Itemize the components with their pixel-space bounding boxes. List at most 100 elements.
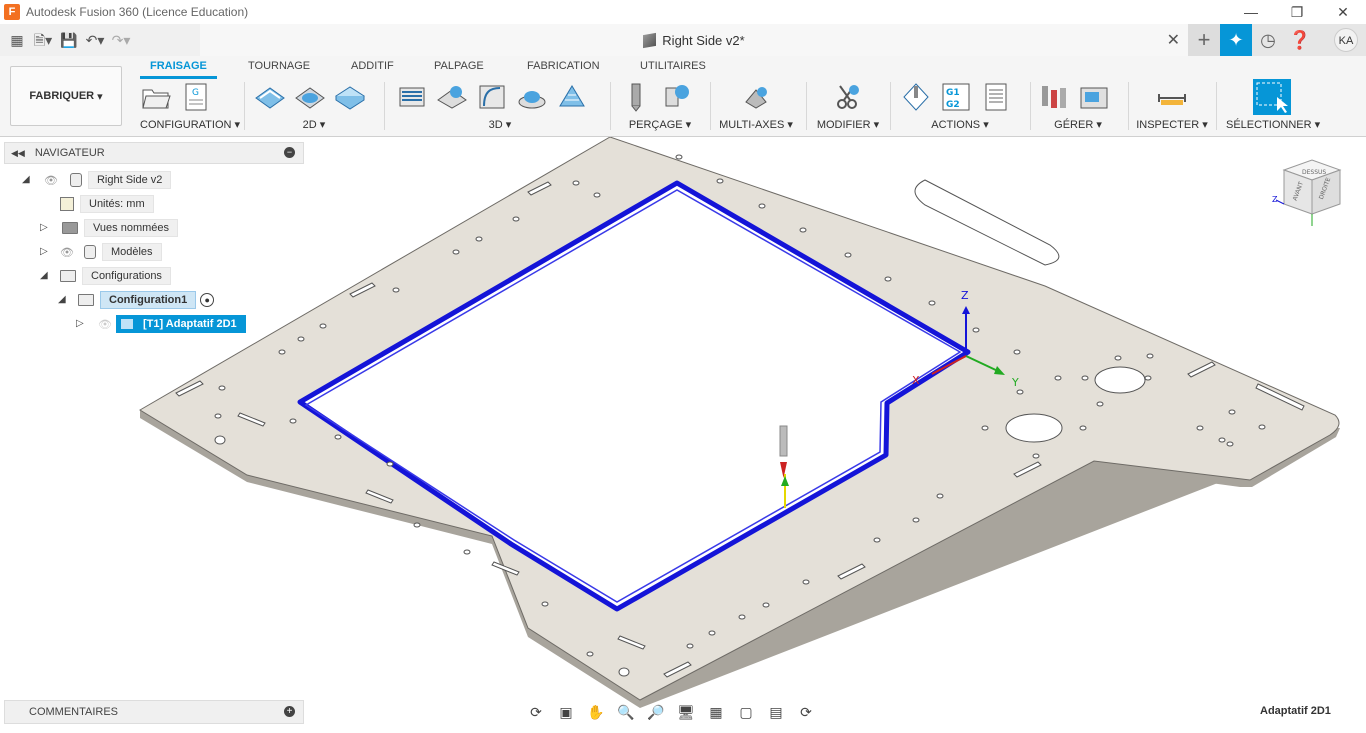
tree-units[interactable]: Unités: mm [60,194,154,214]
tab-palpage[interactable]: PALPAGE [434,59,484,79]
pan-hand-icon[interactable]: ✋ [584,704,608,721]
group-inspecter: INSPECTER ▾ [1136,80,1208,134]
comments-panel[interactable]: COMMENTAIRES + [4,700,304,724]
tab-tournage[interactable]: TOURNAGE [248,59,310,79]
group-label-multiaxes[interactable]: MULTI-AXES [719,119,784,131]
machine-library-icon[interactable] [1078,82,1110,112]
tab-additif[interactable]: ADDITIF [351,59,394,79]
3d-contour-icon[interactable] [476,82,508,112]
user-avatar[interactable]: KA [1334,28,1358,52]
tree-operation[interactable]: ▷ 👁 [T1] Adaptatif 2D1 [76,314,246,334]
2d-face-icon[interactable] [334,82,366,112]
3d-radial-icon[interactable] [516,82,548,112]
look-at-icon[interactable]: ▣ [554,704,578,721]
viewports-icon[interactable]: ▤ [764,704,788,721]
2d-adaptive-icon[interactable] [254,82,286,112]
comments-title: COMMENTAIRES [29,706,119,718]
group-label-3d[interactable]: 3D [489,119,503,131]
2d-pocket-icon[interactable] [294,82,326,112]
file-menu-icon[interactable]: 🗎▾ [32,29,54,51]
multi-axis-icon[interactable] [740,82,772,112]
redo-icon[interactable]: ↷▾ [110,29,132,51]
help-icon[interactable]: ❓ [1284,24,1316,56]
window-controls: — ❐ ✕ [1228,0,1366,24]
add-comment-icon[interactable]: + [284,706,295,717]
group-3d: 3D ▾ [396,80,604,134]
view-cube-settings-icon[interactable]: ▢ [734,704,758,721]
zoom-icon[interactable]: 🔍 [614,704,638,721]
hole-recognition-icon[interactable] [660,82,692,112]
axis-label-y: Y [1011,376,1019,389]
select-cursor-icon[interactable] [1253,79,1291,115]
navigator-header[interactable]: ◀◀ NAVIGATEUR − [4,142,304,164]
group-label-2d[interactable]: 2D [303,119,317,131]
close-tab-icon[interactable]: ✕ [1167,30,1180,50]
new-tab-plus-icon[interactable]: + [1188,24,1220,56]
minimize-button[interactable]: — [1228,0,1274,24]
nc-program-icon[interactable]: G [180,82,212,112]
post-process-g1g2-icon[interactable]: G1G2 [940,82,972,112]
tool-library-icon[interactable] [1038,82,1070,112]
zoom-window-icon[interactable]: 🔎 [644,704,668,721]
save-icon[interactable]: 💾 [58,29,80,51]
tree-setups[interactable]: ◢ Configurations [40,266,171,286]
design-cube-icon [643,32,657,48]
workspace-switcher[interactable]: FABRIQUER ▾ [10,66,122,126]
close-window-button[interactable]: ✕ [1320,0,1366,24]
group-label-configuration[interactable]: CONFIGURATION [140,119,231,131]
group-label-selectionner[interactable]: SÉLECTIONNER [1226,119,1312,131]
minimize-panel-icon[interactable]: − [284,147,295,158]
extensions-icon[interactable]: ✦ [1220,24,1252,56]
document-tab-bar: ▦ 🗎▾ 💾 ↶▾ ↷▾ Right Side v2* ✕ + ✦ ◷ ❓ KA [0,24,1366,56]
tree-models[interactable]: ▷ 👁 Modèles [40,242,162,262]
3d-pocket-icon[interactable] [436,82,468,112]
grid-settings-icon[interactable]: ▦ [704,704,728,721]
job-status-clock-icon[interactable]: ◷ [1252,24,1284,56]
collapsed-triangle-icon[interactable]: ▷ [40,223,50,233]
collapsed-triangle-icon[interactable]: ▷ [40,247,50,257]
open-folder-setup-icon[interactable] [140,82,172,112]
group-label-actions[interactable]: ACTIONS [931,119,980,131]
hidden-eye-icon[interactable]: 👁 [98,318,112,331]
drill-icon[interactable] [620,82,652,112]
tree-root[interactable]: ◢ 👁 Right Side v2 [22,170,172,190]
tree-named-views[interactable]: ▷ Vues nommées [40,218,179,238]
orbit-icon[interactable]: ⟳ [524,704,548,721]
tab-fabrication[interactable]: FABRICATION [527,59,600,79]
refresh-icon[interactable]: ⟳ [794,704,818,721]
expanded-triangle-icon[interactable]: ◢ [58,295,68,305]
group-label-gerer[interactable]: GÉRER [1054,119,1093,131]
tree-named-views-label: Vues nommées [84,219,179,237]
expanded-triangle-icon[interactable]: ◢ [22,175,32,185]
activate-radio-icon[interactable]: ● [200,293,215,307]
expanded-triangle-icon[interactable]: ◢ [40,271,50,281]
tree-operation-text: [T1] Adaptatif 2D1 [142,318,237,330]
restore-button[interactable]: ❐ [1274,0,1320,24]
group-2d: 2D ▾ [254,80,374,134]
visibility-eye-icon[interactable]: 👁 [44,174,58,187]
tree-setup1-label: Configuration1 [100,291,197,309]
setup-icon [78,294,94,306]
collapsed-triangle-icon[interactable]: ▷ [76,319,86,329]
scissors-modify-icon[interactable] [832,82,864,112]
tab-fraisage[interactable]: FRAISAGE [140,59,217,79]
measure-icon[interactable] [1156,82,1188,112]
group-label-modifier[interactable]: MODIFIER [817,119,871,131]
axis-label-x: X [912,374,920,387]
collapse-panel-icon[interactable]: ◀◀ [11,148,25,159]
window-title: Autodesk Fusion 360 (Licence Education) [26,5,249,19]
setup-sheet-icon[interactable] [980,82,1012,112]
3d-adaptive-icon[interactable] [396,82,428,112]
group-label-percage[interactable]: PERÇAGE [629,119,683,131]
undo-icon[interactable]: ↶▾ [84,29,106,51]
group-label-inspecter[interactable]: INSPECTER [1136,119,1199,131]
document-tab[interactable]: Right Side v2* ✕ [200,24,1188,56]
display-settings-icon[interactable]: 🖥 [674,704,698,721]
tree-setup1[interactable]: ◢ Configuration1 ● [58,290,215,310]
visibility-eye-icon[interactable]: 👁 [60,246,74,259]
simulate-icon[interactable] [900,82,932,112]
tab-utilitaires[interactable]: UTILITAIRES [640,59,706,79]
view-cube[interactable]: DESSUS AVANT DROITE Z [1272,156,1352,236]
3d-spiral-icon[interactable] [556,82,588,112]
data-panel-grid-icon[interactable]: ▦ [6,29,28,51]
